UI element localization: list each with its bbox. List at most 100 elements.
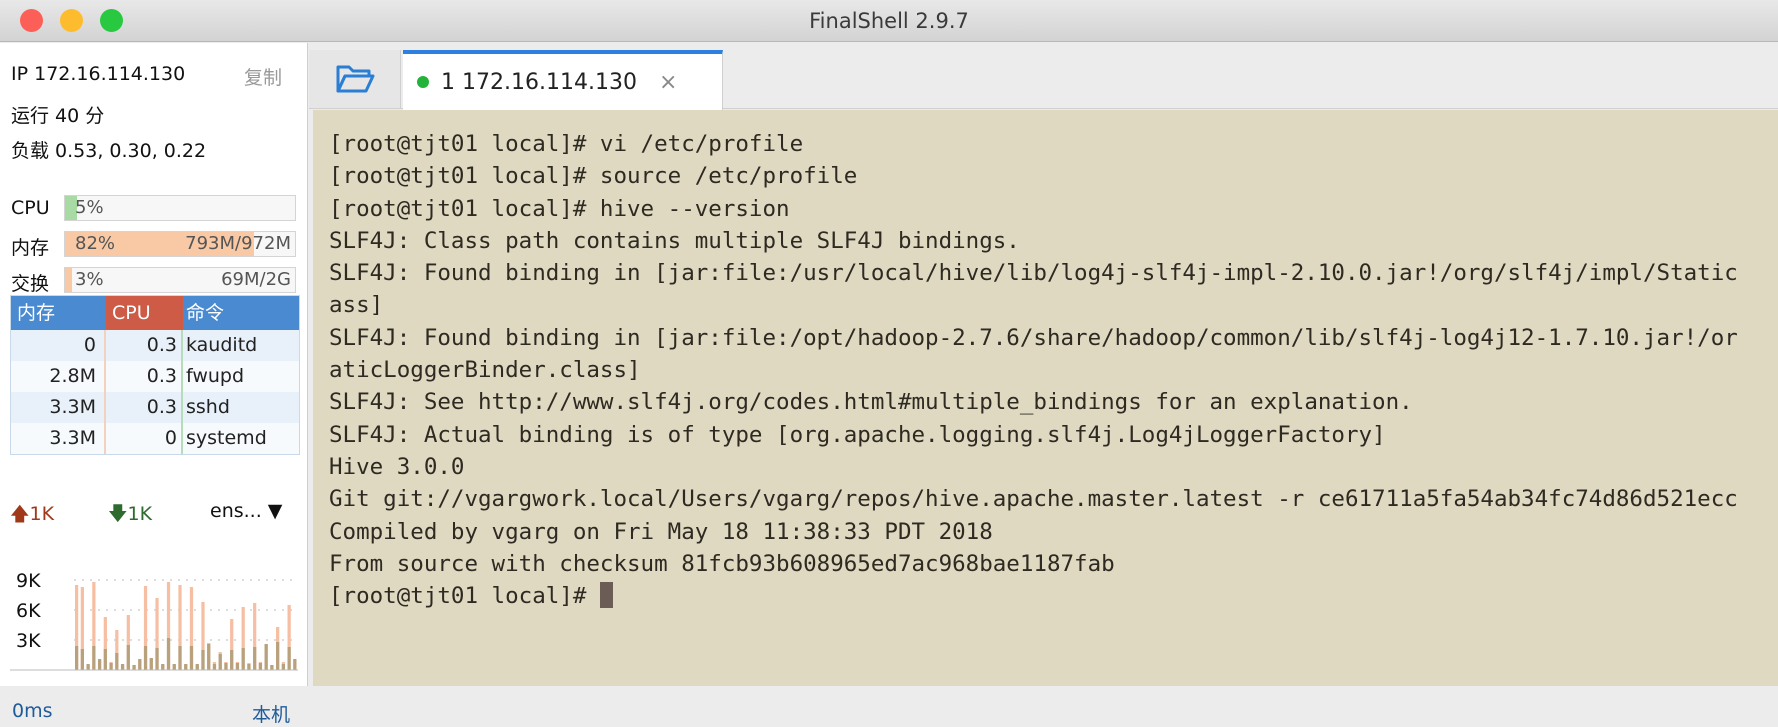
terminal-line: SLF4J: See http://www.slf4j.org/codes.ht… xyxy=(329,389,1413,416)
download-bar xyxy=(189,646,194,670)
meter-amount: 793M/972M xyxy=(185,233,291,254)
process-row[interactable]: 3.3M 0.3 sshd xyxy=(11,392,299,423)
host-label[interactable]: 本机 xyxy=(252,700,290,727)
download-bar xyxy=(75,646,79,670)
process-row[interactable]: 2.8M 0.3 fwupd xyxy=(11,361,299,392)
terminal-line: Hive 3.0.0 xyxy=(329,453,465,480)
download-bar xyxy=(287,647,291,670)
download-bar xyxy=(115,653,119,670)
download-bar xyxy=(86,664,90,670)
open-folder-button[interactable] xyxy=(309,50,401,108)
terminal-line: SLF4J: Actual binding is of type [org.ap… xyxy=(329,421,1386,448)
terminal-line: aticLoggerBinder.class] xyxy=(329,357,641,384)
process-cpu: 0.3 xyxy=(106,361,183,392)
y-tick-label: 6K xyxy=(16,600,41,622)
download-bar xyxy=(109,663,113,670)
title-bar: FinalShell 2.9.7 xyxy=(0,0,1778,42)
terminal-line: Compiled by vgarg on Fri May 18 11:38:33… xyxy=(329,518,993,545)
download-bar xyxy=(276,642,280,670)
download-bar xyxy=(264,644,268,670)
header-memory[interactable]: 内存 xyxy=(11,296,106,330)
download-bar xyxy=(97,659,102,670)
terminal-line: [root@tjt01 local]# vi /etc/profile xyxy=(329,131,804,157)
terminal-line: SLF4J: Found binding in [jar:file:/opt/h… xyxy=(329,324,1738,351)
close-tab-icon[interactable]: × xyxy=(659,70,677,95)
process-command: sshd xyxy=(186,396,230,418)
process-command: kauditd xyxy=(186,334,258,356)
tab-label: 1 172.16.114.130 xyxy=(441,69,637,95)
download-bar xyxy=(166,638,171,670)
meter-amount: 69M/2G xyxy=(221,269,291,290)
download-bar xyxy=(235,663,240,670)
header-command[interactable]: 命令 xyxy=(183,296,299,330)
copy-button[interactable]: 复制 xyxy=(244,63,282,90)
chevron-down-icon: ▼ xyxy=(267,500,283,522)
meter-percent: 3% xyxy=(75,269,104,290)
sidebar: IP 172.16.114.130 复制 运行 40 分 负载 0.53, 0.… xyxy=(0,43,308,726)
meter-fill xyxy=(65,268,72,292)
folder-icon xyxy=(336,65,374,93)
download-bar xyxy=(224,663,228,670)
process-table: 内存 CPU 命令 0 0.3 kauditd 2.8M 0.3 fwupd 3… xyxy=(10,295,300,455)
process-memory: 0 xyxy=(11,330,106,361)
download-bar xyxy=(80,649,84,670)
interface-select[interactable]: ens... ▼ xyxy=(210,500,282,522)
process-command: systemd xyxy=(186,427,267,449)
terminal[interactable]: [root@tjt01 local]# vi /etc/profile [root… xyxy=(313,110,1778,686)
download-bar xyxy=(92,646,96,670)
load-average: 负载 0.53, 0.30, 0.22 xyxy=(11,140,207,162)
terminal-line: [root@tjt01 local]# source /etc/profile xyxy=(329,163,858,190)
terminal-line: SLF4J: Found binding in [jar:file:/usr/l… xyxy=(329,260,1738,287)
meter-label: 内存 xyxy=(11,237,50,259)
meter-percent: 5% xyxy=(75,197,104,218)
process-command: fwupd xyxy=(186,365,245,387)
terminal-line: Git git://vgargwork.local/Users/vgarg/re… xyxy=(329,486,1738,513)
download-bar xyxy=(161,664,165,670)
process-cpu: 0 xyxy=(106,423,183,454)
download-bar xyxy=(143,646,148,670)
meter-label: 交换 xyxy=(11,273,50,295)
upload-rate: 🡅1K xyxy=(10,503,55,525)
process-memory: 3.3M xyxy=(11,423,106,454)
download-rate: 🡇1K xyxy=(108,503,153,525)
meter-label: CPU xyxy=(11,197,50,219)
usage-meter: 3% 69M/2G xyxy=(64,267,296,293)
y-tick-label: 3K xyxy=(16,630,41,652)
download-bar xyxy=(132,665,136,670)
download-bar xyxy=(258,663,263,670)
process-row[interactable]: 3.3M 0 systemd xyxy=(11,423,299,454)
tab-session-1[interactable]: 1 172.16.114.130 × xyxy=(403,50,723,110)
download-bar xyxy=(270,665,274,670)
connected-status-icon xyxy=(417,76,429,88)
meter-percent: 82% xyxy=(75,233,116,254)
download-bar xyxy=(253,647,257,670)
latency: 0ms xyxy=(12,700,53,722)
y-tick-label: 9K xyxy=(16,570,41,592)
download-bar xyxy=(155,648,159,670)
download-bar xyxy=(103,649,107,670)
download-bar xyxy=(178,646,182,670)
process-table-header: 内存 CPU 命令 xyxy=(11,296,299,330)
download-bar xyxy=(241,648,245,670)
window-title: FinalShell 2.9.7 xyxy=(809,9,969,33)
usage-meter: 82% 793M/972M xyxy=(64,231,296,257)
process-cpu: 0.3 xyxy=(106,330,183,361)
download-bar xyxy=(281,664,286,670)
header-cpu[interactable]: CPU xyxy=(106,296,183,330)
uptime: 运行 40 分 xyxy=(11,105,105,127)
download-bar xyxy=(138,659,142,670)
terminal-line: [root@tjt01 local]# hive --version xyxy=(329,195,790,222)
tab-bar: 1 172.16.114.130 × xyxy=(309,43,1778,110)
process-row[interactable]: 0 0.3 kauditd xyxy=(11,330,299,361)
terminal-line: From source with checksum 81fcb93b608965… xyxy=(329,550,1115,577)
download-bar xyxy=(212,664,217,670)
process-memory: 3.3M xyxy=(11,392,106,423)
download-bar xyxy=(149,658,153,670)
ip-address: IP 172.16.114.130 xyxy=(11,63,186,85)
usage-meter: 5% xyxy=(64,195,296,221)
download-bar xyxy=(172,664,176,670)
process-memory: 2.8M xyxy=(11,361,106,392)
terminal-line: SLF4J: Class path contains multiple SLF4… xyxy=(329,227,1020,254)
download-bar xyxy=(230,650,234,670)
terminal-cursor xyxy=(599,582,613,609)
